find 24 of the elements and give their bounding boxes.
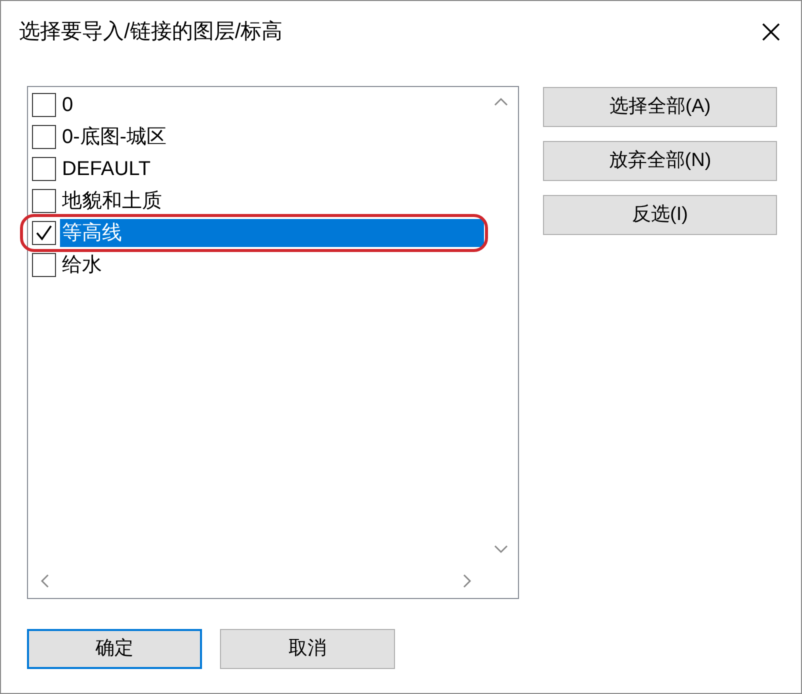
layer-item[interactable]: DEFAULT — [60, 155, 151, 183]
checkbox[interactable] — [32, 157, 56, 181]
layer-item[interactable]: 0 — [60, 91, 74, 119]
layer-item[interactable]: 给水 — [60, 251, 102, 279]
dialog-button[interactable]: 取消 — [220, 629, 395, 669]
dialog-button[interactable]: 确定 — [27, 629, 202, 669]
action-button[interactable]: 放弃全部(N) — [543, 141, 777, 181]
checkbox[interactable] — [32, 93, 56, 117]
scroll-left-icon[interactable] — [40, 574, 50, 588]
window-title: 选择要导入/链接的图层/标高 — [19, 18, 283, 45]
checkbox[interactable] — [32, 221, 56, 245]
checkbox[interactable] — [32, 125, 56, 149]
action-button[interactable]: 反选(I) — [543, 195, 777, 235]
action-button[interactable]: 选择全部(A) — [543, 87, 777, 127]
layer-item[interactable]: 地貌和土质 — [60, 187, 162, 215]
scroll-right-icon[interactable] — [462, 574, 472, 588]
checkmark-icon — [35, 224, 53, 242]
close-icon[interactable] — [761, 22, 781, 42]
layer-item[interactable]: 0-底图-城区 — [60, 123, 166, 151]
scroll-up-icon[interactable] — [494, 97, 508, 107]
layer-item[interactable]: 等高线 — [60, 219, 484, 247]
scroll-down-icon[interactable] — [494, 544, 508, 554]
checkbox[interactable] — [32, 189, 56, 213]
checkbox[interactable] — [32, 253, 56, 277]
